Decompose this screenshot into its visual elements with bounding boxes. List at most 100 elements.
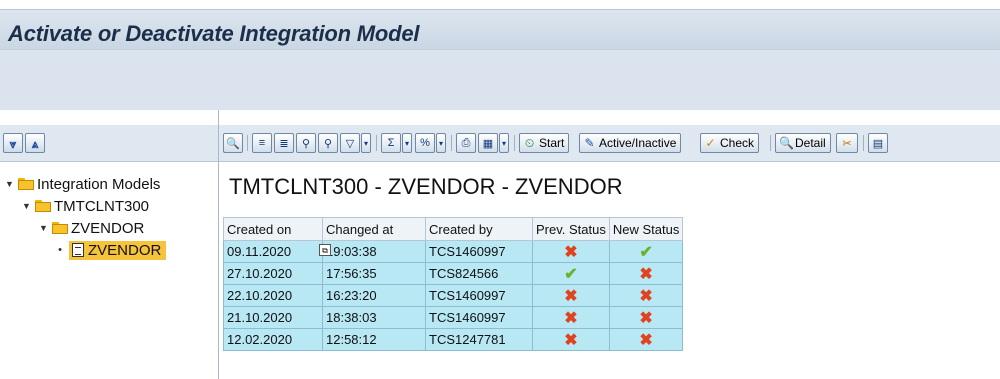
cell-created-on[interactable]: 21.10.2020 — [223, 306, 323, 329]
cell-prev-status[interactable]: ✖ — [532, 284, 610, 307]
column-header-created-on[interactable]: Created on — [223, 217, 323, 241]
tree-node-label: ZVENDOR — [71, 219, 145, 237]
table-row[interactable]: 27.10.2020 17:56:35 TCS824566 ✔ ✖ — [223, 262, 684, 285]
tree-node-integration-models[interactable]: ▼ Integration Models — [5, 174, 160, 194]
title-bar: Activate or Deactivate Integration Model — [0, 9, 1000, 50]
sum-icon[interactable]: Σ — [381, 133, 401, 153]
toolbar-separator — [451, 135, 452, 151]
sort-ascending-icon[interactable]: ≡ — [252, 133, 272, 153]
folder-icon — [35, 200, 51, 212]
cell-created-on[interactable]: 12.02.2020 — [223, 328, 323, 351]
cell-new-status[interactable]: ✖ — [608, 284, 684, 307]
tree-node-tmtclnt300[interactable]: ▼ TMTCLNT300 — [22, 196, 149, 216]
toolbar-separator — [247, 135, 248, 151]
red-x-icon: ✖ — [639, 331, 653, 349]
sort-descending-icon[interactable]: ≣ — [274, 133, 294, 153]
cell-prev-status[interactable]: ✔ — [532, 262, 610, 285]
column-header-changed-at[interactable]: Changed at — [322, 217, 426, 241]
toolbar-separator — [863, 135, 864, 151]
red-x-icon: ✖ — [564, 309, 578, 327]
cell-changed-at[interactable]: 17:56:35 — [322, 262, 426, 285]
active-inactive-button[interactable]: ✎ Active/Inactive — [579, 133, 682, 153]
table-row[interactable]: 22.10.2020 16:23:20 TCS1460997 ✖ ✖ — [223, 284, 684, 307]
application-toolbar — [0, 49, 1000, 111]
table-row[interactable]: 09.11.2020 ⧉ 19:03:38 TCS1460997 ✖ ✔ — [223, 240, 684, 263]
tree-panel: ⩔ ⩓ ▼ Integration Models ▼ TMTCLNT300 ▼ … — [0, 110, 219, 379]
active-inactive-button-label: Active/Inactive — [599, 136, 677, 150]
cell-new-status[interactable]: ✖ — [608, 262, 684, 285]
check-button[interactable]: ✓ Check — [700, 133, 760, 153]
cell-created-by[interactable]: TCS1460997 — [425, 284, 533, 307]
table-header-row: Created on Changed at Created by Prev. S… — [223, 217, 684, 241]
filter-icon[interactable]: ▽ — [340, 133, 360, 153]
tree-toolbar: ⩔ ⩓ — [0, 125, 218, 162]
column-header-created-by[interactable]: Created by — [425, 217, 533, 241]
layout-grid-icon[interactable]: ▦ — [478, 133, 498, 153]
find-binoculars-icon[interactable]: ⚲ — [296, 133, 316, 153]
cell-prev-status[interactable]: ✖ — [532, 240, 610, 263]
folder-icon — [52, 222, 68, 234]
sum-dropdown-icon[interactable]: ▾ — [402, 133, 412, 153]
detail-panel: 🔍 ≡ ≣ ⚲ ⚲ ▽ ▾ Σ ▾ % ▾ ⎙ ▦ ▾ ⏲ Start ✎ Ac… — [219, 110, 1000, 379]
print-icon[interactable]: ⎙ — [456, 133, 476, 153]
cell-created-on[interactable]: 22.10.2020 — [223, 284, 323, 307]
tree-node-zvendor-folder[interactable]: ▼ ZVENDOR — [39, 218, 144, 238]
value-help-icon[interactable]: ⧉ — [319, 244, 331, 256]
check-button-label: Check — [720, 136, 755, 150]
selected-node-highlight[interactable]: ZVENDOR — [69, 240, 167, 260]
layout-dropdown-icon[interactable]: ▾ — [499, 133, 509, 153]
expand-all-icon[interactable]: ⩔ — [3, 133, 23, 153]
alv-toolbar: 🔍 ≡ ≣ ⚲ ⚲ ▽ ▾ Σ ▾ % ▾ ⎙ ▦ ▾ ⏲ Start ✎ Ac… — [219, 125, 1000, 162]
scissors-icon[interactable]: ✂ — [836, 133, 858, 153]
tree-node-label: Integration Models — [37, 175, 161, 193]
red-x-icon: ✖ — [564, 287, 578, 305]
cell-new-status[interactable]: ✖ — [608, 328, 684, 351]
column-header-prev-status[interactable]: Prev. Status — [532, 217, 610, 241]
document-icon — [72, 243, 84, 257]
details-magnifier-icon[interactable]: 🔍 — [223, 133, 243, 153]
start-button[interactable]: ⏲ Start — [519, 133, 570, 153]
cell-prev-status[interactable]: ✖ — [532, 306, 610, 329]
cell-new-status[interactable]: ✖ — [608, 306, 684, 329]
cell-prev-status[interactable]: ✖ — [532, 328, 610, 351]
cell-created-by[interactable]: TCS1460997 — [425, 306, 533, 329]
filter-dropdown-icon[interactable]: ▾ — [361, 133, 371, 153]
window-title: Activate or Deactivate Integration Model — [8, 21, 420, 46]
pencil-icon: ✎ — [584, 135, 595, 150]
detail-button-label: Detail — [795, 136, 826, 150]
detail-button[interactable]: 🔍 Detail — [775, 133, 831, 153]
tree-node-zvendor-model[interactable]: • ZVENDOR — [56, 240, 167, 260]
cell-created-by[interactable]: TCS1460997 — [425, 240, 533, 263]
cell-changed-at[interactable]: 18:38:03 — [322, 306, 426, 329]
cell-created-on[interactable]: 09.11.2020 ⧉ — [223, 240, 331, 263]
collapse-all-icon[interactable]: ⩓ — [25, 133, 45, 153]
start-button-label: Start — [539, 136, 565, 150]
subtotal-dropdown-icon[interactable]: ▾ — [436, 133, 446, 153]
cell-new-status[interactable]: ✔ — [608, 240, 684, 263]
cell-created-on[interactable]: 27.10.2020 — [223, 262, 323, 285]
calculator-icon[interactable]: ▤ — [868, 133, 888, 153]
column-header-new-status[interactable]: New Status — [608, 217, 684, 241]
table-row[interactable]: 21.10.2020 18:38:03 TCS1460997 ✖ ✖ — [223, 306, 684, 329]
top-strip — [0, 0, 1000, 9]
status-table: Created on Changed at Created by Prev. S… — [223, 217, 684, 351]
folder-icon — [18, 178, 34, 190]
cell-changed-at[interactable]: 19:03:38 — [322, 240, 426, 263]
red-x-icon: ✖ — [639, 309, 653, 327]
cell-changed-at[interactable]: 12:58:12 — [322, 328, 426, 351]
cell-created-by[interactable]: TCS1247781 — [425, 328, 533, 351]
clock-start-icon: ⏲ — [524, 135, 535, 150]
subtotal-icon[interactable]: % — [415, 133, 435, 153]
tree-node-label: ZVENDOR — [88, 241, 162, 259]
expanded-triangle-icon[interactable]: ▼ — [22, 201, 31, 211]
expanded-triangle-icon[interactable]: ▼ — [5, 179, 14, 189]
table-row[interactable]: 12.02.2020 12:58:12 TCS1247781 ✖ ✖ — [223, 328, 684, 351]
cell-changed-at[interactable]: 16:23:20 — [322, 284, 426, 307]
tree-node-label: TMTCLNT300 — [54, 197, 150, 215]
expanded-triangle-icon[interactable]: ▼ — [39, 223, 48, 233]
green-check-icon: ✔ — [564, 265, 578, 283]
find-next-icon[interactable]: ⚲ — [318, 133, 338, 153]
detail-magnifier-icon: 🔍 — [779, 135, 794, 150]
cell-created-by[interactable]: TCS824566 — [425, 262, 533, 285]
toolbar-separator — [376, 135, 377, 151]
